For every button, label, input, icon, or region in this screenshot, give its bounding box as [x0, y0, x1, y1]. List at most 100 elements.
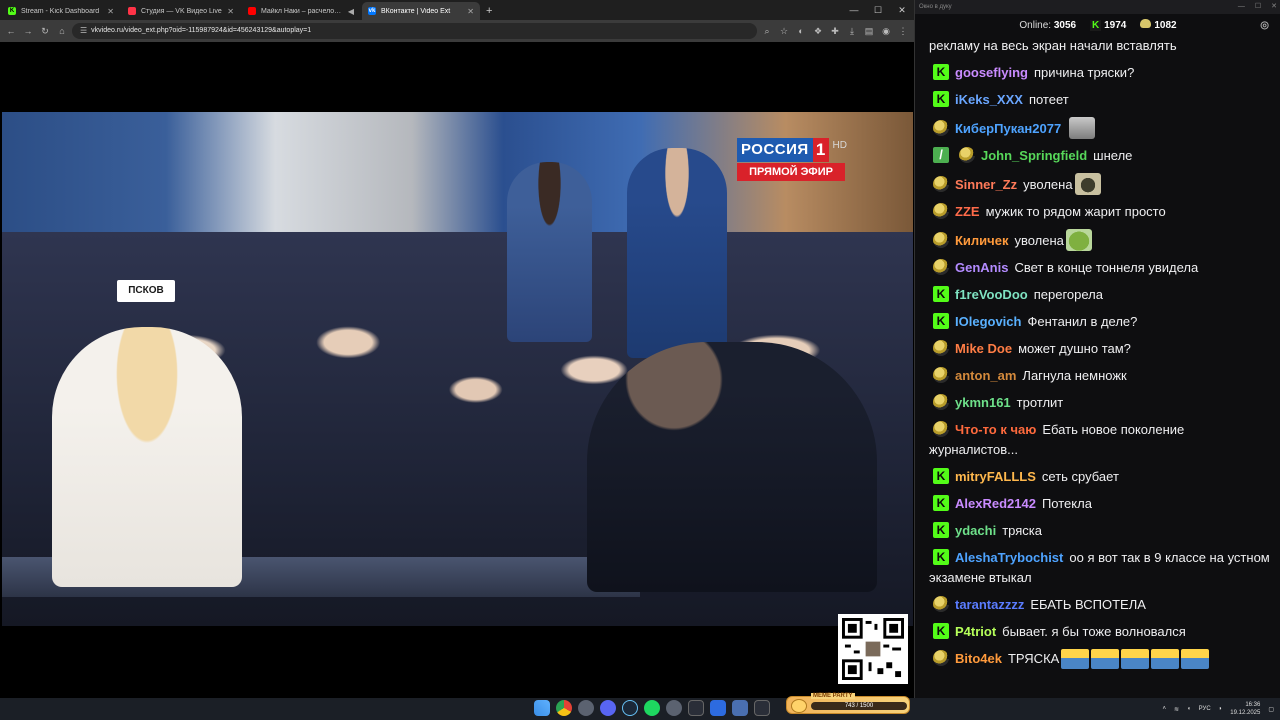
- clock[interactable]: 16:36 19.12.2025: [1230, 701, 1260, 717]
- pepe-badge-icon: [933, 203, 949, 219]
- language-indicator[interactable]: РУС: [1199, 706, 1211, 712]
- kick-count: 1974: [1104, 19, 1127, 31]
- spotify-icon[interactable]: [644, 700, 660, 716]
- chat-message-text: шнеле: [1093, 148, 1133, 163]
- notifications-icon[interactable]: ▢: [1268, 706, 1274, 713]
- app-icon[interactable]: [710, 700, 726, 716]
- speaker-icon[interactable]: ◗: [1219, 706, 1223, 712]
- home-icon[interactable]: ⌂: [55, 26, 69, 36]
- chat-message-text: Потекла: [1041, 496, 1092, 511]
- chat-message-text: может душно там?: [1018, 341, 1131, 356]
- chat-username[interactable]: tarantazzzz: [955, 597, 1024, 612]
- discord-icon[interactable]: [600, 700, 616, 716]
- windows-start-icon[interactable]: [534, 700, 550, 716]
- wifi-icon[interactable]: ≋: [1174, 706, 1179, 713]
- chat-username[interactable]: Киличек: [955, 233, 1008, 248]
- browser-window: K Stream - Kick Dashboard ✕ Студия — VK …: [0, 0, 914, 698]
- new-tab-button[interactable]: +: [480, 2, 498, 20]
- chat-username[interactable]: Что-то к чаю: [955, 422, 1036, 437]
- chat-username[interactable]: Mike Doe: [955, 341, 1012, 356]
- chat-username[interactable]: AleshaTrybochist: [955, 550, 1063, 565]
- site-info-icon[interactable]: ☰: [80, 23, 87, 39]
- emote-icon: [1065, 229, 1092, 251]
- chat-username[interactable]: mitryFALLLS: [955, 469, 1036, 484]
- meme-title: MEME PARTY: [811, 693, 855, 699]
- address-input[interactable]: ☰ vkvideo.ru/video_ext.php?oid=-11598792…: [72, 23, 757, 39]
- bookmark-star-icon[interactable]: ☆: [777, 26, 791, 37]
- maximize-icon[interactable]: ☐: [866, 0, 890, 20]
- emote-icon: [1074, 173, 1101, 195]
- chat-username[interactable]: Sinner_Zz: [955, 177, 1017, 192]
- chevron-up-icon[interactable]: ˄: [1162, 706, 1166, 712]
- chat-username[interactable]: IOlegovich: [955, 314, 1021, 329]
- zoom-icon[interactable]: ⌕: [760, 26, 774, 37]
- close-window-icon[interactable]: ✕: [890, 0, 914, 20]
- tab-vk-video[interactable]: vk ВКонтакте | Video Ext ✕: [362, 2, 480, 20]
- back-icon[interactable]: ←: [4, 26, 18, 36]
- meme-face-icon: [791, 699, 807, 713]
- minimize-icon[interactable]: —: [1238, 0, 1245, 14]
- channel-logo: РОССИЯ 1 HD ПРЯМОЙ ЭФИР: [737, 138, 847, 181]
- chat-username[interactable]: P4triot: [955, 624, 996, 639]
- chat-username[interactable]: iKeks_XXX: [955, 92, 1023, 107]
- extension-icon[interactable]: ◐: [794, 26, 808, 36]
- chat-message: mitryFALLLS сеть срубает: [929, 467, 1274, 487]
- tab-youtube[interactable]: Майкл Наки – расчеловечива ◀: [242, 2, 360, 20]
- chat-username[interactable]: КиберПукан2077: [955, 121, 1061, 136]
- live-label: ПРЯМОЙ ЭФИР: [737, 163, 845, 181]
- tab-kick-dashboard[interactable]: K Stream - Kick Dashboard ✕: [2, 2, 120, 20]
- split-icon[interactable]: ▤: [862, 26, 876, 37]
- close-icon[interactable]: ✕: [107, 7, 114, 16]
- menu-icon[interactable]: ⋮: [896, 26, 910, 37]
- volume-icon[interactable]: ◖: [1187, 706, 1191, 712]
- chat-username[interactable]: gooseflying: [955, 65, 1028, 80]
- settings-icon[interactable]: ◎: [1260, 20, 1269, 31]
- close-icon[interactable]: ✕: [467, 7, 474, 16]
- chat-message: IOlegovich Фентанил в деле?: [929, 312, 1274, 332]
- man-from-behind: [587, 342, 877, 592]
- close-icon[interactable]: ✕: [227, 7, 234, 16]
- chat-username[interactable]: GenAnis: [955, 260, 1008, 275]
- tab-vk-studio[interactable]: Студия — VK Видео Live ✕: [122, 2, 240, 20]
- chat-message: gooseflying причина тряски?: [929, 63, 1274, 83]
- obs-icon[interactable]: [666, 700, 682, 716]
- chat-username[interactable]: f1reVooDoo: [955, 287, 1028, 302]
- woman-with-microphone: [507, 162, 592, 342]
- video-player[interactable]: ПСКОВ РОССИЯ 1 HD ПРЯМОЙ ЭФИР: [2, 112, 913, 626]
- chat-message: рекламу на весь экран начали вставлять: [929, 36, 1274, 56]
- vk-icon: vk: [368, 7, 376, 15]
- active-app-icon[interactable]: [732, 700, 748, 716]
- forward-icon[interactable]: →: [21, 26, 35, 36]
- minimize-icon[interactable]: —: [842, 0, 866, 20]
- pepe-badge-icon: [933, 421, 949, 437]
- reload-icon[interactable]: ↻: [38, 26, 52, 37]
- chat-username[interactable]: anton_am: [955, 368, 1016, 383]
- chat-username[interactable]: ZZE: [955, 204, 980, 219]
- close-icon[interactable]: ✕: [1271, 0, 1277, 14]
- kick-badge-icon: [933, 495, 949, 511]
- app-icon[interactable]: [688, 700, 704, 716]
- chat-message-text: тряска: [1002, 523, 1042, 538]
- puzzle-icon[interactable]: ✚: [828, 26, 842, 37]
- chat-username[interactable]: ydachi: [955, 523, 996, 538]
- chat-message-text: ТРЯСКА: [1007, 651, 1060, 666]
- audio-icon[interactable]: ◀: [348, 7, 354, 16]
- chat-username[interactable]: AlexRed2142: [955, 496, 1036, 511]
- chat-window: Окно в дуку — ☐ ✕ Online: 3056 K 1974 108…: [914, 0, 1280, 698]
- maximize-icon[interactable]: ☐: [1255, 0, 1261, 14]
- kick-badge-icon: [933, 522, 949, 538]
- qr-code: [838, 614, 908, 684]
- chat-username[interactable]: ykmn161: [955, 395, 1011, 410]
- download-icon[interactable]: ⤓: [845, 26, 859, 37]
- steam-icon[interactable]: [622, 700, 638, 716]
- profile-icon[interactable]: ◉: [879, 26, 893, 37]
- pepe-badge-icon: [933, 596, 949, 612]
- app-icon[interactable]: [578, 700, 594, 716]
- chat-username[interactable]: Bito4ek: [955, 651, 1002, 666]
- online-stat: Online: 3056: [1019, 20, 1076, 31]
- extension-icon[interactable]: ❖: [811, 26, 825, 37]
- city-sign: ПСКОВ: [117, 280, 175, 302]
- app-icon[interactable]: [754, 700, 770, 716]
- chat-username[interactable]: John_Springfield: [981, 148, 1087, 163]
- chrome-icon[interactable]: [556, 700, 572, 716]
